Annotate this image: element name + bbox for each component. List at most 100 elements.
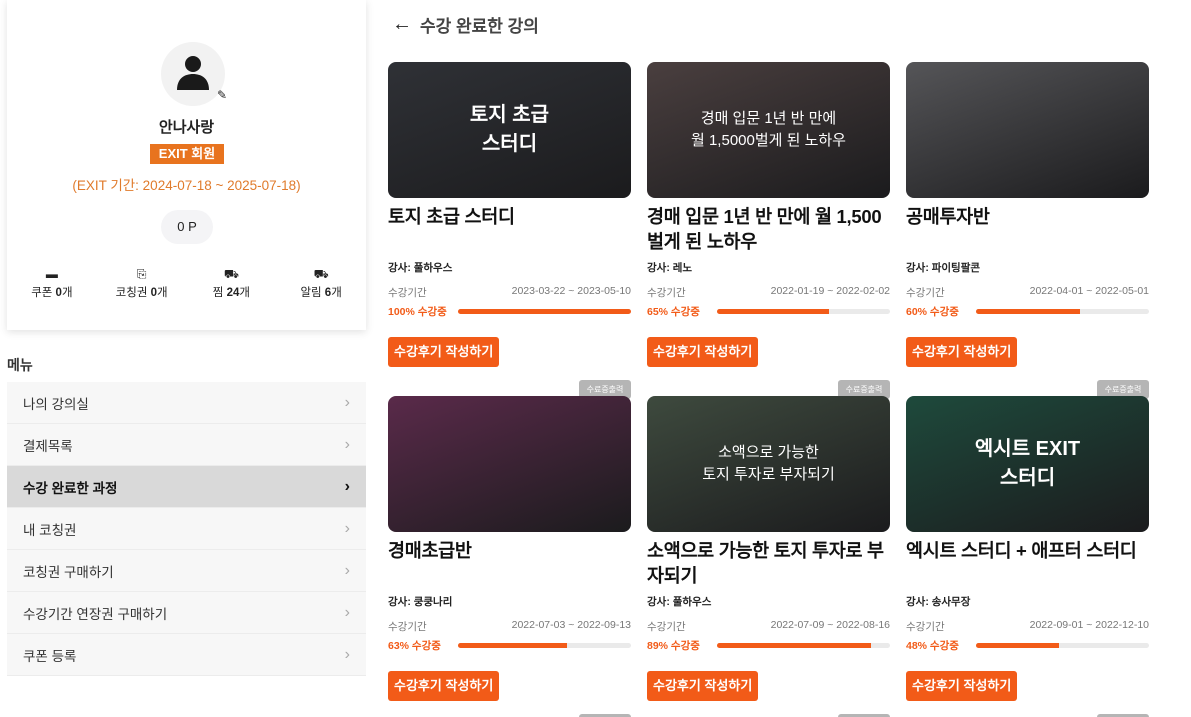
progress-label: 100% 수강중 (388, 306, 447, 318)
progress-row: 100% 수강중 (388, 304, 631, 319)
stat-unit: 개 (61, 287, 73, 299)
menu-item-my-classroom[interactable]: 나의 강의실 › (7, 382, 366, 424)
basket-icon: ⛟ (313, 267, 329, 281)
course-title[interactable]: 공매투자반 (906, 204, 1149, 254)
thumbnail-caption (906, 62, 1149, 198)
menu-item-label: 수강기간 연장권 구매하기 (23, 606, 168, 622)
progress-bar (458, 643, 631, 648)
chevron-right-icon: › (344, 561, 350, 579)
progress-fill (976, 643, 1060, 648)
period-label: 수강기간 (906, 621, 945, 633)
menu-item-completed-courses[interactable]: 수강 완료한 과정 › (7, 466, 366, 508)
progress-fill (717, 309, 830, 314)
menu-item-my-coaching[interactable]: 내 코칭권 › (7, 508, 366, 550)
course-card[interactable]: 경매초급반 강사: 쿵쿵나리 수강기간 2022-07-03 ~ 2022-09-13… (388, 396, 631, 717)
thumbnail-caption (388, 396, 631, 532)
course-card[interactable]: 토지 초급 스터디 토지 초급 스터디 강사: 풀하우스 수강기간 2023-03-22… (388, 62, 631, 399)
progress-row: 48% 수강중 (906, 638, 1149, 653)
stat-coaching[interactable]: ⎘ 코칭권 0개 (97, 266, 187, 300)
stat-label: 알림 (300, 287, 325, 299)
chevron-right-icon: › (344, 477, 350, 495)
menu-item-label: 결제목록 (23, 438, 73, 454)
course-instructor: 강사: 송사무장 (906, 596, 971, 608)
write-review-button[interactable]: 수강후기 작성하기 (906, 337, 1018, 367)
course-title[interactable]: 토지 초급 스터디 (388, 204, 631, 254)
stats-row: ▬ 쿠폰 0개 ⎘ 코칭권 0개 ⛟ 찜 24개 ⛟ 알림 6개 (7, 266, 366, 300)
chevron-right-icon: › (344, 393, 350, 411)
progress-bar (458, 309, 631, 314)
course-period-row: 수강기간 2022-01-19 ~ 2022-02-02 (647, 285, 890, 300)
progress-label: 60% 수강중 (906, 306, 959, 318)
course-period-row: 수강기간 2023-03-22 ~ 2023-05-10 (388, 285, 631, 300)
course-thumbnail[interactable]: 토지 초급 스터디 (388, 62, 631, 198)
chevron-right-icon: › (344, 435, 350, 453)
course-card[interactable]: 경매 입문 1년 반 만에 월 1,5000벌게 된 노하우경매 입문 1년 반… (647, 62, 890, 399)
stat-coupon[interactable]: ▬ 쿠폰 0개 (7, 266, 97, 300)
period-dates: 2022-09-01 ~ 2022-12-10 (1029, 619, 1149, 631)
course-card[interactable]: 엑시트 EXIT 스터디엑시트 스터디 + 애프터 스터디강사: 송사무장수강기… (906, 396, 1149, 717)
stat-unit: 개 (331, 287, 342, 299)
progress-label: 65% 수강중 (647, 306, 700, 318)
progress-bar (976, 643, 1149, 648)
edit-pencil-icon[interactable]: ✎ (217, 88, 227, 102)
stat-unit: 개 (157, 287, 168, 299)
chevron-right-icon: › (344, 519, 350, 537)
course-instructor: 강사: 풀하우스 (647, 596, 712, 608)
coaching-ticket-icon: ⎘ (136, 267, 147, 281)
progress-row: 89% 수강중 (647, 638, 890, 653)
menu-title: 메뉴 (7, 357, 33, 373)
menu-item-label: 내 코칭권 (23, 522, 77, 538)
write-review-button[interactable]: 수강후기 작성하기 (647, 337, 759, 367)
progress-bar (717, 643, 890, 648)
stat-notification[interactable]: ⛟ 알림 6개 (276, 266, 366, 300)
course-thumbnail[interactable]: 엑시트 EXIT 스터디 (906, 396, 1149, 532)
menu-item-buy-coaching[interactable]: 코칭권 구매하기 › (7, 550, 366, 592)
back-link[interactable]: ← 수강 완료한 강의 (392, 12, 539, 37)
exit-period: (EXIT 기간: 2024-07-18 ~ 2025-07-18) (72, 178, 301, 193)
progress-fill (458, 643, 567, 648)
thumbnail-caption: 소액으로 가능한 토지 투자로 부자되기 (702, 444, 835, 483)
course-card[interactable]: 소액으로 가능한 토지 투자로 부자되기 소액으로 가능한 토지 투자로 부자되기… (647, 396, 890, 717)
avatar[interactable]: ✎ (161, 42, 227, 106)
stat-wishlist[interactable]: ⛟ 찜 24개 (187, 266, 277, 300)
stat-label: 찜 (212, 287, 227, 299)
course-title[interactable]: 엑시트 스터디 + 애프터 스터디 (906, 538, 1149, 588)
user-silhouette-icon (177, 56, 209, 90)
write-review-button[interactable]: 수강후기 작성하기 (388, 337, 500, 367)
period-dates: 2022-01-19 ~ 2022-02-02 (770, 285, 890, 297)
member-badge: EXIT 회원 (150, 144, 224, 164)
profile-card: ✎ 안나사랑 EXIT 회원 (EXIT 기간: 2024-07-18 ~ 20… (7, 0, 366, 330)
write-review-button[interactable]: 수강후기 작성하기 (388, 671, 500, 701)
write-review-button[interactable]: 수강후기 작성하기 (647, 671, 759, 701)
progress-bar (976, 309, 1149, 314)
course-period-row: 수강기간 2022-09-01 ~ 2022-12-10 (906, 619, 1149, 634)
menu-item-label: 나의 강의실 (23, 396, 89, 412)
progress-row: 65% 수강중 (647, 304, 890, 319)
course-title[interactable]: 소액으로 가능한 토지 투자로 부자되기 (647, 538, 890, 588)
course-title[interactable]: 경매 입문 1년 반 만에 월 1,500벌게 된 노하우 (647, 204, 890, 254)
progress-fill (458, 309, 631, 314)
write-review-button[interactable]: 수강후기 작성하기 (906, 671, 1018, 701)
course-title[interactable]: 경매초급반 (388, 538, 631, 588)
menu-item-payments[interactable]: 결제목록 › (7, 424, 366, 466)
progress-fill (976, 309, 1080, 314)
course-thumbnail[interactable]: 경매 입문 1년 반 만에 월 1,5000벌게 된 노하우 (647, 62, 890, 198)
basket-icon: ⛟ (223, 267, 239, 281)
course-thumbnail[interactable] (906, 62, 1149, 198)
username: 안나사랑 (158, 119, 215, 136)
progress-label: 48% 수강중 (906, 640, 959, 652)
course-instructor: 강사: 파이팅팔콘 (906, 262, 981, 274)
thumbnail-caption: 토지 초급 스터디 (469, 104, 550, 155)
course-instructor: 강사: 쿵쿵나리 (388, 596, 453, 608)
arrow-left-icon: ← (392, 13, 412, 35)
period-label: 수강기간 (647, 621, 686, 633)
stat-label: 코칭권 (115, 287, 151, 299)
menu-item-buy-extension[interactable]: 수강기간 연장권 구매하기 › (7, 592, 366, 634)
course-card[interactable]: 공매투자반 강사: 파이팅팔콘 수강기간 2022-04-01 ~ 2022-05-0… (906, 62, 1149, 399)
course-thumbnail[interactable] (388, 396, 631, 532)
period-dates: 2023-03-22 ~ 2023-05-10 (511, 285, 631, 297)
menu-item-label: 수강 완료한 과정 (23, 480, 118, 496)
stat-unit: 개 (239, 287, 250, 299)
menu-item-register-coupon[interactable]: 쿠폰 등록 › (7, 634, 366, 676)
course-thumbnail[interactable]: 소액으로 가능한 토지 투자로 부자되기 (647, 396, 890, 532)
